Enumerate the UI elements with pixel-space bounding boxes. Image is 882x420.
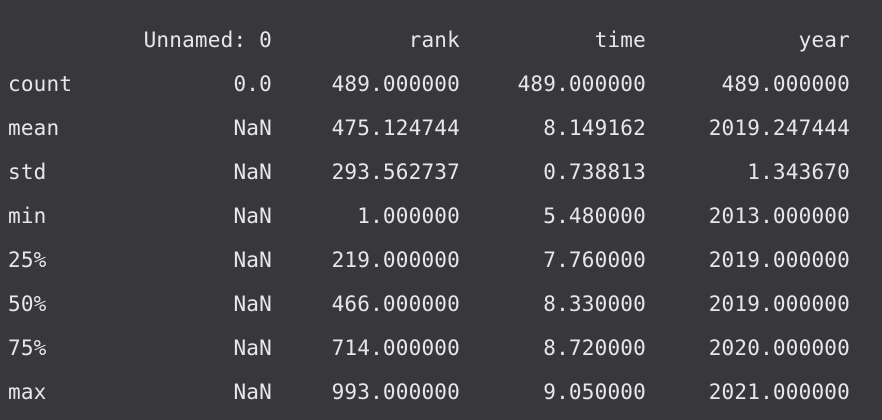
table-row-mean: mean NaN 475.124744 8.149162 2019.247444 [0, 106, 882, 150]
table-row-50-percent: 50% NaN 466.000000 8.330000 2019.000000 [0, 282, 882, 326]
table-cell: 2019.000000 [708, 248, 850, 272]
table-cell: NaN [233, 160, 272, 184]
table-cell: 8.720000 [543, 336, 646, 360]
table-cell: 293.562737 [331, 160, 460, 184]
table-row-75-percent: 75% NaN 714.000000 8.720000 2020.000000 [0, 326, 882, 370]
table-cell: 2013.000000 [708, 204, 850, 228]
table-row-count: count 0.0 489.000000 489.000000 489.0000… [0, 62, 882, 106]
table-cell: 0.738813 [543, 160, 646, 184]
table-cell: 489.000000 [517, 72, 646, 96]
column-header-rank: rank [408, 28, 460, 52]
table-row-max: max NaN 993.000000 9.050000 2021.000000 [0, 370, 882, 414]
table-cell: NaN [233, 336, 272, 360]
table-cell: 2019.247444 [708, 116, 850, 140]
table-row-std: std NaN 293.562737 0.738813 1.343670 [0, 150, 882, 194]
table-cell: NaN [233, 204, 272, 228]
table-cell: 8.330000 [543, 292, 646, 316]
table-cell: 993.000000 [331, 380, 460, 404]
table-cell: 219.000000 [331, 248, 460, 272]
table-cell: 2019.000000 [708, 292, 850, 316]
table-cell: 7.760000 [543, 248, 646, 272]
column-header-unnamed-0: Unnamed: 0 [143, 28, 272, 52]
table-cell: 1.343670 [747, 160, 850, 184]
table-cell: 466.000000 [331, 292, 460, 316]
table-cell: 489.000000 [721, 72, 850, 96]
table-cell: 5.480000 [543, 204, 646, 228]
table-cell: 8.149162 [543, 116, 646, 140]
table-cell: NaN [233, 380, 272, 404]
table-cell: 0.0 [233, 72, 272, 96]
table-cell: 2020.000000 [708, 336, 850, 360]
column-header-time: time [594, 28, 646, 52]
table-cell: 1.000000 [357, 204, 460, 228]
table-cell: 489.000000 [331, 72, 460, 96]
table-cell: 9.050000 [543, 380, 646, 404]
table-cell: 714.000000 [331, 336, 460, 360]
table-cell: NaN [233, 292, 272, 316]
dataframe-describe-output: Unnamed: 0 rank time year count 0.0 489.… [0, 0, 882, 420]
table-cell: 475.124744 [331, 116, 460, 140]
header-row: Unnamed: 0 rank time year [0, 18, 882, 62]
table-cell: NaN [233, 116, 272, 140]
table-row-min: min NaN 1.000000 5.480000 2013.000000 [0, 194, 882, 238]
table-row-25-percent: 25% NaN 219.000000 7.760000 2019.000000 [0, 238, 882, 282]
table-cell: NaN [233, 248, 272, 272]
column-header-year: year [798, 28, 850, 52]
table-cell: 2021.000000 [708, 380, 850, 404]
